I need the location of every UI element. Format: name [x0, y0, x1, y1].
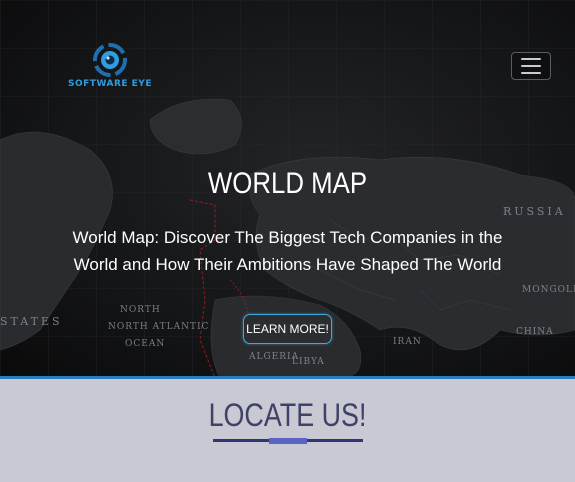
map-label-iran: IRAN	[393, 337, 422, 347]
map-label-north-atlantic: NORTH ATLANTIC	[108, 322, 210, 332]
menu-bar	[521, 58, 541, 60]
map-label-russia: RUSSIA	[503, 205, 566, 218]
locate-section: LOCATE US!	[0, 379, 575, 482]
map-label-north: NORTH	[120, 305, 161, 315]
brand-logo[interactable]: SOFTWARE EYE	[68, 42, 152, 92]
hero-section: RUSSIA MONGOLIA CHINA IRAN LIBYA ALGERIA…	[0, 0, 575, 378]
map-label-china: CHINA	[516, 327, 554, 337]
logo-text: SOFTWARE EYE	[68, 79, 152, 89]
hero-subtitle: World Map: Discover The Biggest Tech Com…	[72, 228, 503, 274]
title-underline-accent	[269, 438, 307, 444]
menu-bar	[521, 65, 541, 67]
map-label-algeria: ALGERIA	[249, 352, 300, 362]
map-label-mongolia: MONGOLIA	[522, 285, 575, 295]
learn-more-button[interactable]: LEARN MORE!	[243, 314, 332, 344]
menu-bar	[521, 72, 541, 74]
map-label-states: STATES	[0, 315, 63, 328]
locate-title: LOCATE US!	[208, 397, 367, 433]
eye-logo-icon	[93, 43, 127, 77]
hamburger-menu-button[interactable]	[511, 52, 551, 80]
map-label-ocean: OCEAN	[125, 339, 166, 349]
hero-title: WORLD MAP	[207, 167, 368, 200]
